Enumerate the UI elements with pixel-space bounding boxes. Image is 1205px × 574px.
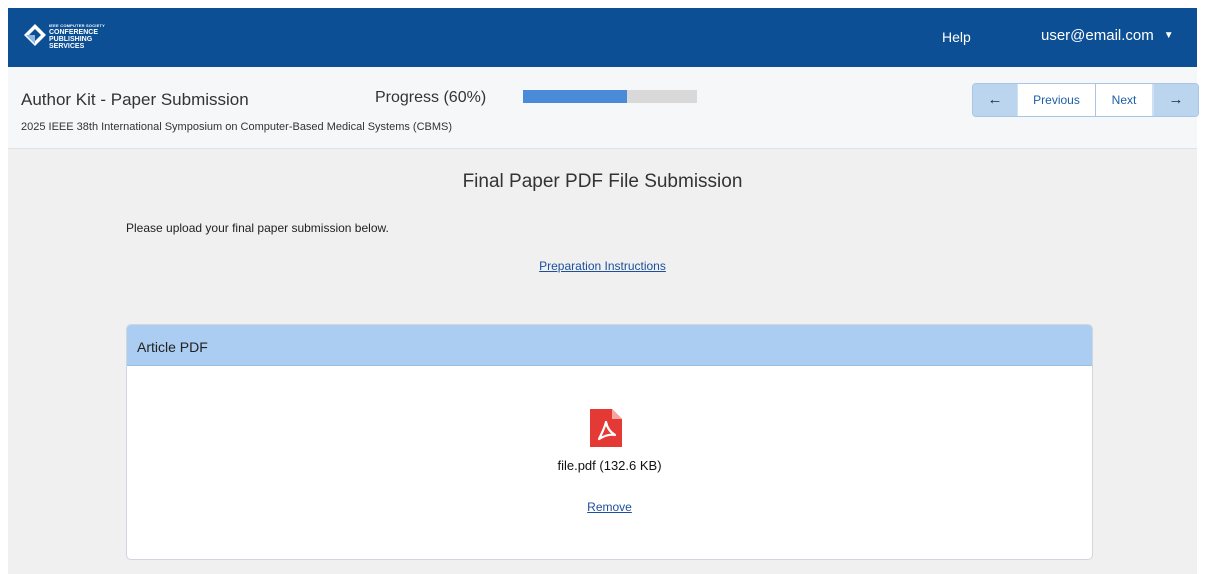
caret-down-icon: ▼ — [1163, 30, 1174, 41]
page-title: Author Kit - Paper Submission — [21, 90, 249, 109]
top-navbar: IEEE COMPUTER SOCIETY CONFERENCE PUBLISH… — [8, 8, 1197, 67]
article-pdf-card: Article PDF file.pdf (132.6 KB) Remove — [126, 324, 1093, 560]
remove-file-link[interactable]: Remove — [127, 500, 1092, 514]
help-link[interactable]: Help — [942, 29, 971, 45]
card-title: Article PDF — [137, 339, 208, 355]
progress-label: Progress (60%) — [375, 89, 487, 106]
next-button[interactable]: Next — [1096, 84, 1152, 116]
step-navigation: ← Previous Next → — [972, 83, 1199, 117]
logo-text-line1: CONFERENCE — [49, 29, 99, 36]
preparation-instructions-link[interactable]: Preparation Instructions — [8, 259, 1197, 273]
logo-small-text: IEEE COMPUTER SOCIETY — [49, 23, 105, 28]
user-email: user@email.com — [1041, 27, 1154, 44]
arrow-left-icon[interactable]: ← — [973, 84, 1017, 116]
conference-publishing-logo[interactable]: IEEE COMPUTER SOCIETY CONFERENCE PUBLISH… — [24, 22, 134, 56]
previous-button[interactable]: Previous — [1018, 84, 1096, 116]
logo-text-line3: SERVICES — [49, 43, 85, 50]
conference-name: 2025 IEEE 38th International Symposium o… — [21, 121, 453, 133]
progress-bar — [523, 90, 697, 103]
uploaded-file-name: file.pdf (132.6 KB) — [557, 458, 662, 473]
logo-text-line2: PUBLISHING — [49, 36, 93, 43]
upload-instructions-text: Please upload your final paper submissio… — [126, 221, 389, 235]
progress-bar-fill — [523, 90, 628, 103]
author-kit-header: Author Kit - Paper Submission 2025 IEEE … — [8, 67, 1199, 149]
arrow-right-icon[interactable]: → — [1154, 84, 1198, 116]
section-heading: Final Paper PDF File Submission — [462, 171, 743, 192]
card-header: Article PDF — [127, 325, 1092, 366]
pdf-file-icon — [590, 409, 622, 447]
main-content: Final Paper PDF File Submission Please u… — [8, 149, 1197, 574]
logo-mark-icon — [24, 24, 46, 46]
user-menu[interactable]: user@email.com ▼ — [1041, 27, 1174, 44]
